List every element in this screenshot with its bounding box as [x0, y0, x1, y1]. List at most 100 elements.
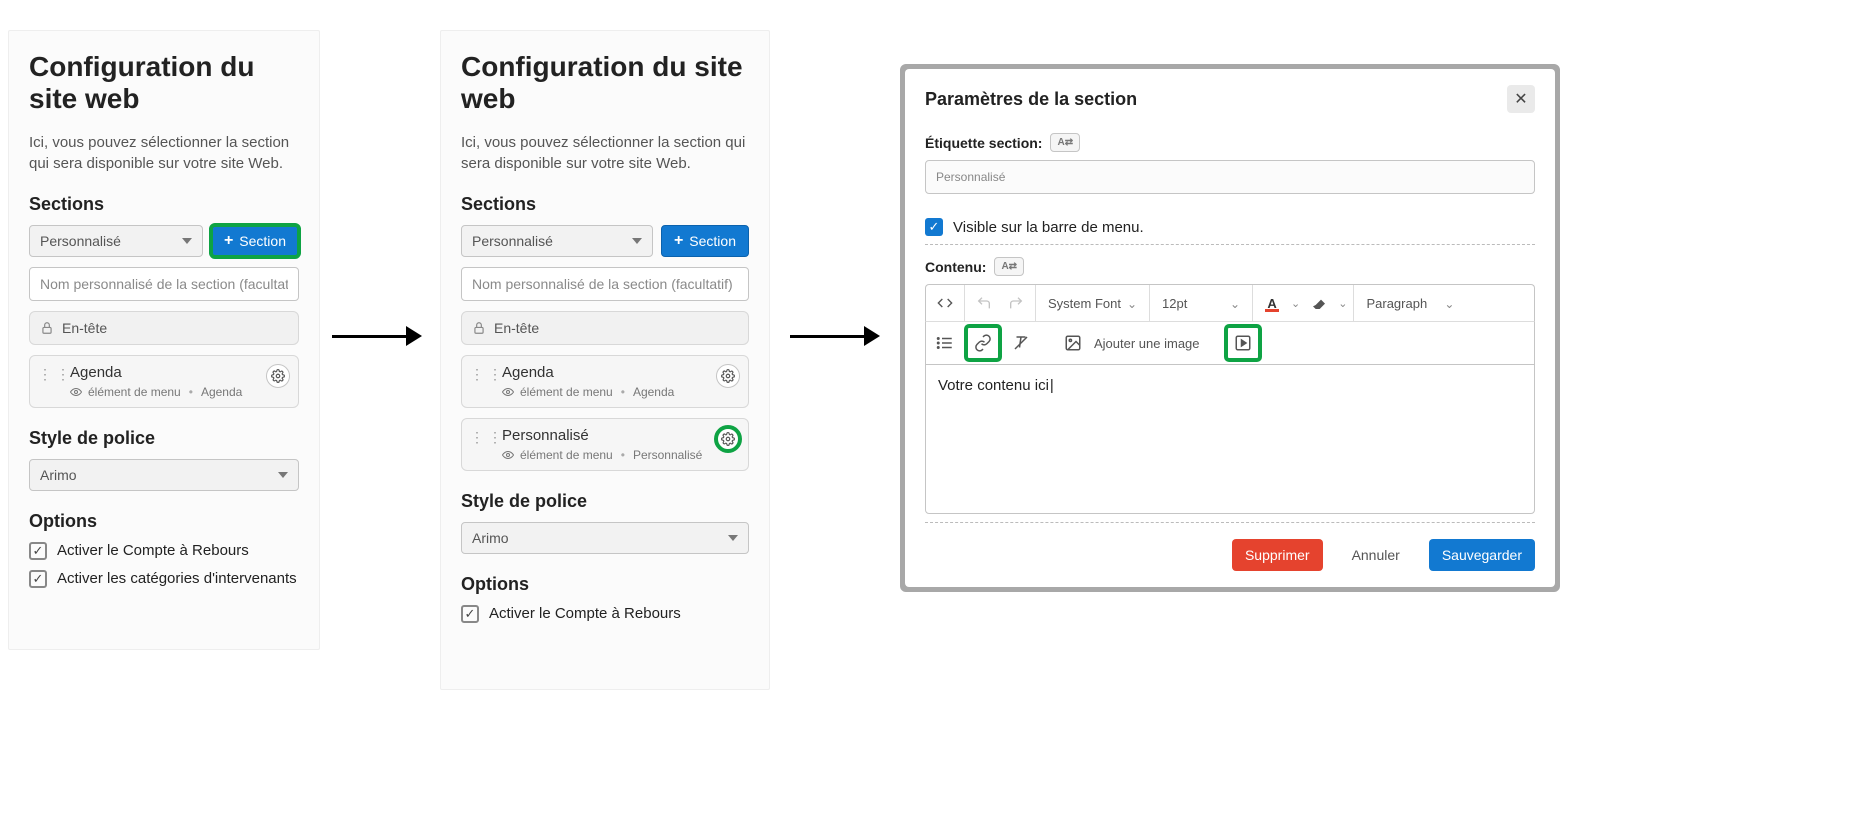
image-icon	[1064, 334, 1082, 352]
modal-close-button[interactable]: ✕	[1507, 85, 1535, 113]
paragraph-dropdown[interactable]: Paragraph	[1360, 290, 1460, 316]
panel2-add-section-label: Section	[689, 233, 736, 249]
editor-content: Votre contenu ici	[938, 377, 1054, 394]
panel2-card1-settings-button[interactable]	[716, 364, 740, 388]
panel1-add-section-label: Section	[239, 233, 286, 249]
drag-handle-icon[interactable]	[38, 366, 70, 383]
add-image-label[interactable]: Ajouter une image	[1094, 336, 1200, 351]
arrow-right-icon	[332, 326, 422, 346]
panel2-options-heading: Options	[461, 574, 749, 595]
panel1-title: Configuration du site web	[29, 51, 299, 115]
panel2-section-name-input[interactable]	[461, 267, 749, 301]
panel2-opt1-checkbox[interactable]	[461, 605, 479, 623]
video-button[interactable]	[1226, 326, 1260, 360]
gear-icon	[721, 432, 735, 446]
undo-icon	[976, 295, 992, 311]
panel2-card1-meta-tag: Agenda	[633, 385, 674, 399]
eye-icon	[502, 386, 514, 398]
panel2-add-section-button[interactable]: + Section	[661, 225, 749, 257]
panel2-sections-heading: Sections	[461, 194, 749, 215]
visible-checkbox[interactable]	[925, 218, 943, 236]
contenu-label: Contenu:	[925, 259, 986, 275]
save-button[interactable]: Sauvegarder	[1429, 539, 1535, 571]
lock-icon	[40, 321, 54, 335]
highlight-button[interactable]	[1306, 290, 1332, 316]
panel2-title: Configuration du site web	[461, 51, 749, 115]
plus-icon: +	[674, 232, 683, 250]
lock-icon	[472, 321, 486, 335]
bullet-list-button[interactable]	[932, 330, 958, 356]
editor-toolbar: System Font 12pt A ⌄	[925, 284, 1535, 321]
arrow-right-icon	[790, 326, 880, 346]
panel2-card1-name: Agenda	[502, 364, 738, 381]
panel2-section-card-custom[interactable]: Personnalisé élément de menu Personnalis…	[461, 418, 749, 471]
editor-body[interactable]: Votre contenu ici	[925, 364, 1535, 514]
panel1-section-card-agenda[interactable]: Agenda élément de menu Agenda	[29, 355, 299, 408]
panel1-section-type-select[interactable]: Personnalisé	[29, 225, 203, 257]
panel1-card1-meta-tag: Agenda	[201, 385, 242, 399]
close-icon: ✕	[1514, 89, 1527, 109]
drag-handle-icon[interactable]	[470, 429, 502, 446]
panel1-opt2-checkbox[interactable]	[29, 570, 47, 588]
etiquette-input[interactable]	[925, 160, 1535, 194]
text-color-button[interactable]: A	[1259, 290, 1285, 316]
redo-icon	[1008, 295, 1024, 311]
font-size-value: 12pt	[1162, 296, 1187, 311]
clear-format-icon	[1012, 334, 1030, 352]
panel1-add-section-button[interactable]: + Section	[211, 225, 299, 257]
clear-format-button[interactable]	[1008, 330, 1034, 356]
font-family-dropdown[interactable]: System Font	[1042, 290, 1143, 316]
language-badge-icon[interactable]: A⇄	[1050, 133, 1080, 152]
panel1-sections-heading: Sections	[29, 194, 299, 215]
delete-button[interactable]: Supprimer	[1232, 539, 1323, 571]
panel2-font-select[interactable]: Arimo	[461, 522, 749, 554]
font-family-value: System Font	[1048, 296, 1121, 311]
delete-label: Supprimer	[1245, 547, 1310, 563]
chevron-down-icon	[1230, 296, 1240, 311]
code-icon	[937, 295, 953, 311]
panel1-card1-settings-button[interactable]	[266, 364, 290, 388]
panel2-header-chip: En-tête	[461, 311, 749, 345]
panel1-style-heading: Style de police	[29, 428, 299, 449]
panel2-section-type-select[interactable]: Personnalisé	[461, 225, 653, 257]
panel2-font-value: Arimo	[472, 530, 509, 546]
panel1-font-select[interactable]: Arimo	[29, 459, 299, 491]
panel1-options-heading: Options	[29, 511, 299, 532]
panel1-font-value: Arimo	[40, 467, 77, 483]
font-size-dropdown[interactable]: 12pt	[1156, 290, 1246, 316]
panel2-desc: Ici, vous pouvez sélectionner la section…	[461, 133, 749, 174]
separator	[925, 244, 1535, 245]
link-button[interactable]	[966, 326, 1000, 360]
panel1-header-chip-label: En-tête	[62, 320, 107, 336]
chevron-down-icon[interactable]: ⌄	[1338, 297, 1347, 310]
language-badge-icon[interactable]: A⇄	[994, 257, 1024, 276]
panel2-section-card-agenda[interactable]: Agenda élément de menu Agenda	[461, 355, 749, 408]
eye-icon	[502, 449, 514, 461]
eye-icon	[70, 386, 82, 398]
panel2-opt1-label: Activer le Compte à Rebours	[489, 605, 681, 622]
paragraph-value: Paragraph	[1366, 296, 1427, 311]
panel2-select-value: Personnalisé	[472, 233, 553, 249]
panel2-card2-settings-button[interactable]	[716, 427, 740, 451]
panel2-card1-meta-menu: élément de menu	[520, 385, 613, 399]
panel2-card2-meta-menu: élément de menu	[520, 448, 613, 462]
cancel-button[interactable]: Annuler	[1339, 539, 1413, 571]
image-button[interactable]	[1060, 330, 1086, 356]
panel1-section-name-input[interactable]	[29, 267, 299, 301]
panel2-header-chip-label: En-tête	[494, 320, 539, 336]
undo-button[interactable]	[971, 290, 997, 316]
panel1-header-chip: En-tête	[29, 311, 299, 345]
dot-separator	[187, 385, 195, 399]
separator	[925, 522, 1535, 523]
panel1-opt1-checkbox[interactable]	[29, 542, 47, 560]
chevron-down-icon	[1127, 296, 1137, 311]
chevron-down-icon[interactable]: ⌄	[1291, 297, 1300, 310]
dot-separator	[619, 385, 627, 399]
redo-button[interactable]	[1003, 290, 1029, 316]
drag-handle-icon[interactable]	[470, 366, 502, 383]
highlight-icon	[1311, 295, 1327, 311]
play-icon	[1234, 334, 1252, 352]
panel1-opt2-label: Activer les catégories d'intervenants	[57, 570, 297, 587]
source-code-button[interactable]	[932, 290, 958, 316]
link-icon	[974, 334, 992, 352]
